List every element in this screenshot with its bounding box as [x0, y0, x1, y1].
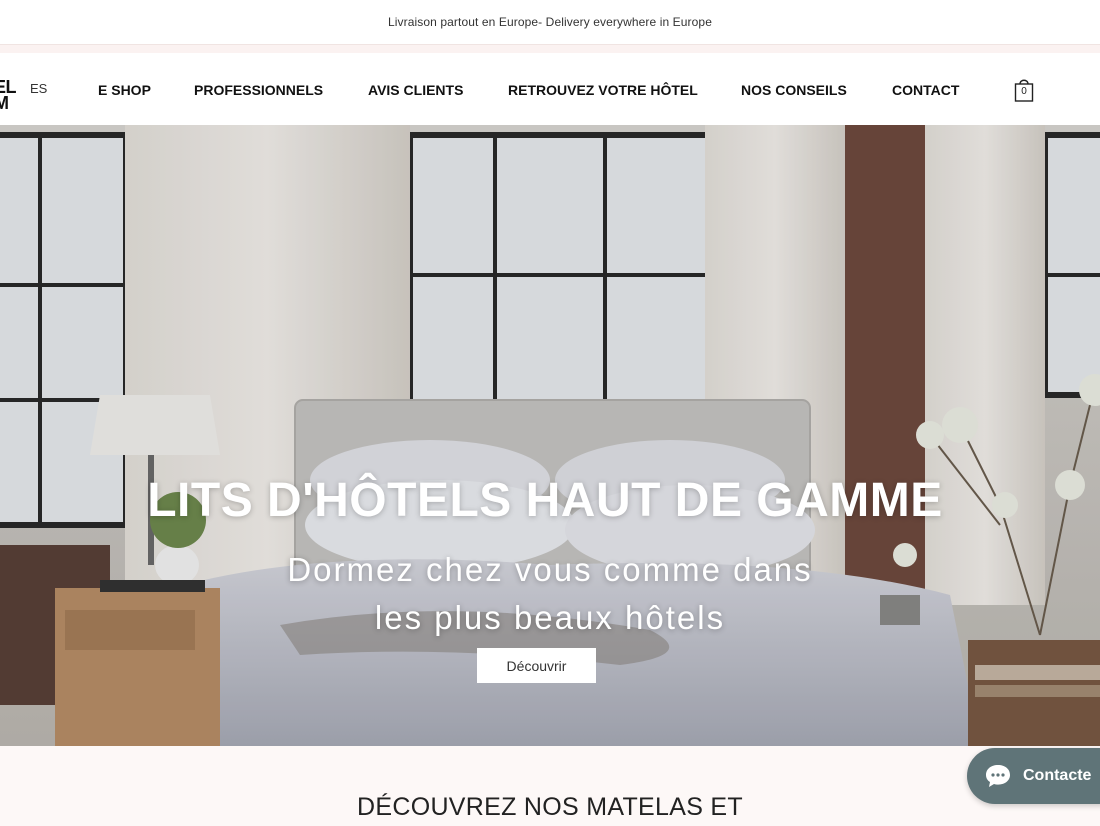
- hero-subtitle-line-2: les plus beaux hôtels: [374, 599, 726, 636]
- discover-button[interactable]: Découvrir: [477, 648, 596, 683]
- nav-nos-conseils[interactable]: NOS CONSEILS: [741, 82, 847, 98]
- announcement-bar: Livraison partout en Europe- Delivery ev…: [0, 0, 1100, 45]
- cart-button[interactable]: 0: [1013, 77, 1035, 103]
- nav-eshop[interactable]: E SHOP: [98, 82, 151, 98]
- site-header: EL M ES E SHOP PROFESSIONNELS AVIS CLIEN…: [0, 53, 1100, 125]
- nav-retrouvez-hotel[interactable]: RETROUVEZ VOTRE HÔTEL: [508, 82, 698, 98]
- logo-line-2: M: [0, 93, 9, 113]
- chat-button[interactable]: Contacte: [967, 748, 1100, 804]
- header-divider: [0, 45, 1100, 53]
- nav-contact[interactable]: CONTACT: [892, 82, 959, 98]
- chat-label: Contacte: [1023, 767, 1092, 784]
- hero-title: LITS D'HÔTELS HAUT DE GAMME: [147, 474, 943, 527]
- chat-bubble-icon: [986, 765, 1010, 787]
- hero-subtitle-line-1: Dormez chez vous comme dans: [287, 551, 813, 588]
- announcement-text: Livraison partout en Europe- Delivery ev…: [388, 15, 712, 29]
- nav-avis-clients[interactable]: AVIS CLIENTS: [368, 82, 463, 98]
- cart-count: 0: [1021, 86, 1027, 97]
- nav-professionnels[interactable]: PROFESSIONNELS: [194, 82, 323, 98]
- site-logo[interactable]: EL M: [0, 78, 17, 113]
- section-title: DÉCOUVREZ NOS MATELAS ET: [357, 793, 743, 821]
- hero-subtitle: Dormez chez vous comme dans les plus bea…: [200, 546, 900, 642]
- language-selector[interactable]: ES: [30, 81, 47, 96]
- hero-banner: LITS D'HÔTELS HAUT DE GAMME Dormez chez …: [0, 125, 1100, 746]
